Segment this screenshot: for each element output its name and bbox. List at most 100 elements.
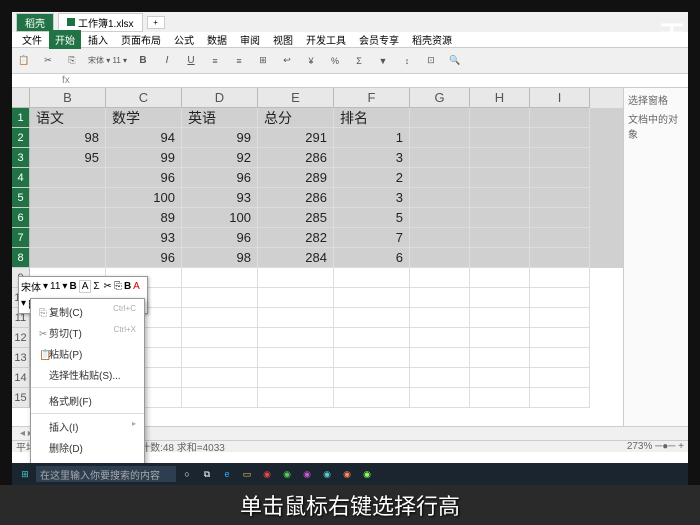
cell[interactable]: 286 <box>258 188 334 208</box>
cell[interactable] <box>410 348 470 368</box>
cell[interactable] <box>30 228 106 248</box>
cell[interactable] <box>470 108 530 128</box>
column-header[interactable]: F <box>334 88 410 108</box>
cell[interactable] <box>182 308 258 328</box>
cell[interactable] <box>530 368 590 388</box>
column-header[interactable]: H <box>470 88 530 108</box>
align-center-icon[interactable]: ≡ <box>231 53 247 69</box>
underline-icon[interactable]: U <box>183 53 199 69</box>
cell[interactable]: 291 <box>258 128 334 148</box>
tab-home[interactable]: 稻壳 <box>16 13 54 32</box>
cell[interactable] <box>30 168 106 188</box>
ribbon-tab[interactable]: 文件 <box>16 30 48 49</box>
context-menu-item[interactable]: ✂剪切(T)Ctrl+X <box>31 322 144 343</box>
format-icon[interactable]: ⊡ <box>423 53 439 69</box>
context-menu-item[interactable]: 📋粘贴(P) <box>31 343 144 364</box>
cell[interactable] <box>470 388 530 408</box>
cell[interactable]: 96 <box>106 168 182 188</box>
cell[interactable] <box>182 288 258 308</box>
start-icon[interactable]: ⊞ <box>16 465 34 483</box>
cell[interactable]: 93 <box>182 188 258 208</box>
cell[interactable] <box>410 188 470 208</box>
cell[interactable]: 93 <box>106 228 182 248</box>
row-header[interactable]: 4 <box>12 168 30 188</box>
cell[interactable] <box>530 248 590 268</box>
sum-icon[interactable]: Σ <box>351 53 367 69</box>
cell[interactable] <box>334 368 410 388</box>
cell[interactable] <box>258 308 334 328</box>
cell[interactable] <box>258 348 334 368</box>
cell[interactable]: 96 <box>106 248 182 268</box>
cell[interactable]: 98 <box>182 248 258 268</box>
cell[interactable] <box>530 128 590 148</box>
cell[interactable] <box>182 348 258 368</box>
taskbar-search[interactable]: 在这里输入你要搜索的内容 <box>36 466 176 482</box>
cell[interactable] <box>470 188 530 208</box>
cell[interactable] <box>530 168 590 188</box>
column-header[interactable]: G <box>410 88 470 108</box>
row-header[interactable]: 6 <box>12 208 30 228</box>
ribbon-tab[interactable]: 开发工具 <box>300 30 352 49</box>
row-header[interactable]: 3 <box>12 148 30 168</box>
sum-icon[interactable]: Σ <box>93 281 99 292</box>
cell[interactable] <box>410 308 470 328</box>
bold-icon[interactable]: B <box>135 53 151 69</box>
percent-icon[interactable]: % <box>327 53 343 69</box>
cell[interactable] <box>334 308 410 328</box>
cell[interactable] <box>410 388 470 408</box>
cell[interactable] <box>530 228 590 248</box>
cell[interactable]: 286 <box>258 148 334 168</box>
column-header[interactable]: E <box>258 88 334 108</box>
cell[interactable] <box>410 208 470 228</box>
cell[interactable] <box>258 368 334 388</box>
row-header[interactable]: 8 <box>12 248 30 268</box>
app-icon[interactable]: ◉ <box>298 465 316 483</box>
cell[interactable] <box>182 268 258 288</box>
cell[interactable] <box>470 208 530 228</box>
cell[interactable] <box>470 368 530 388</box>
cell[interactable] <box>530 288 590 308</box>
column-header[interactable]: C <box>106 88 182 108</box>
cell[interactable]: 3 <box>334 188 410 208</box>
cell[interactable]: 94 <box>106 128 182 148</box>
tab-file[interactable]: 工作簿1.xlsx <box>58 13 143 32</box>
cell[interactable] <box>530 388 590 408</box>
row-header[interactable]: 15 <box>12 388 30 408</box>
cell[interactable]: 语文 <box>30 108 106 128</box>
cell[interactable] <box>30 208 106 228</box>
cell[interactable] <box>410 108 470 128</box>
copy-icon[interactable]: ⎘ <box>64 53 80 69</box>
spreadsheet[interactable]: BCDEFGHI 1语文数学英语总分排名29894992911395999228… <box>12 88 623 426</box>
cell[interactable]: 5 <box>334 208 410 228</box>
cell[interactable] <box>470 228 530 248</box>
filter-icon[interactable]: ▼ <box>375 53 391 69</box>
select-all-corner[interactable] <box>12 88 30 108</box>
folder-icon[interactable]: ▭ <box>238 465 256 483</box>
wrap-icon[interactable]: ↩ <box>279 53 295 69</box>
ribbon-tab[interactable]: 插入 <box>82 30 114 49</box>
cell[interactable] <box>470 148 530 168</box>
cell[interactable] <box>258 388 334 408</box>
cell[interactable]: 7 <box>334 228 410 248</box>
cell[interactable]: 98 <box>30 128 106 148</box>
cortana-icon[interactable]: ○ <box>178 465 196 483</box>
app-icon[interactable]: ◉ <box>318 465 336 483</box>
ribbon-tab[interactable]: 公式 <box>168 30 200 49</box>
cell[interactable] <box>334 348 410 368</box>
cell[interactable] <box>182 368 258 388</box>
ribbon-tab[interactable]: 会员专享 <box>353 30 405 49</box>
cell[interactable]: 1 <box>334 128 410 148</box>
ribbon-tab[interactable]: 数据 <box>201 30 233 49</box>
app-icon[interactable]: ◉ <box>358 465 376 483</box>
cell[interactable] <box>30 188 106 208</box>
cell[interactable]: 285 <box>258 208 334 228</box>
cell[interactable] <box>410 368 470 388</box>
currency-icon[interactable]: ¥ <box>303 53 319 69</box>
row-header[interactable]: 2 <box>12 128 30 148</box>
app-icon[interactable]: ◉ <box>338 465 356 483</box>
cell[interactable] <box>530 208 590 228</box>
cell[interactable] <box>470 248 530 268</box>
cell[interactable] <box>410 148 470 168</box>
cell[interactable]: 282 <box>258 228 334 248</box>
row-header[interactable]: 7 <box>12 228 30 248</box>
